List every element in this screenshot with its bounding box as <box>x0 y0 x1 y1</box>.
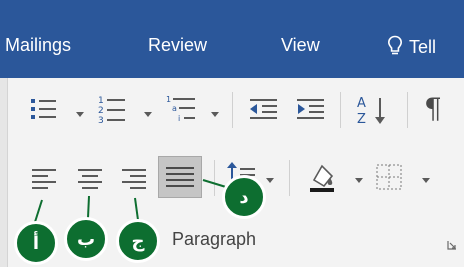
callout-badge-d: د <box>222 175 266 219</box>
callout-badge-c: ج <box>116 219 160 263</box>
callout-badge-a: أ <box>14 221 58 265</box>
callout-badge-b: ب <box>64 217 108 261</box>
